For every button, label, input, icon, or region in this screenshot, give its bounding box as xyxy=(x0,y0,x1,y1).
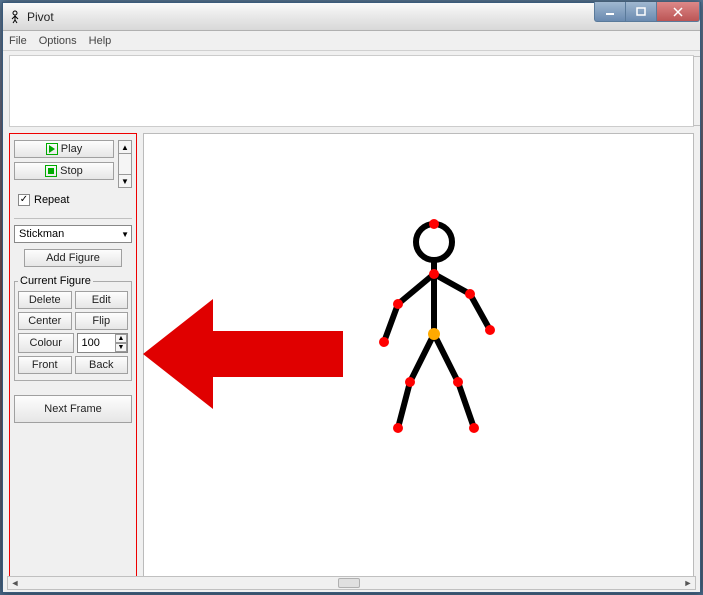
repeat-checkbox[interactable]: ✓ xyxy=(18,194,30,206)
scroll-left-icon[interactable]: ◄ xyxy=(8,578,22,588)
stop-icon xyxy=(45,165,57,177)
titlebar[interactable]: Pivot xyxy=(3,3,700,31)
play-button[interactable]: Play xyxy=(14,140,114,158)
scale-value: 100 xyxy=(82,337,100,349)
figure-select-value: Stickman xyxy=(19,228,64,240)
side-panel: Play Stop ▲ ▼ ✓ Repeat xyxy=(9,133,137,586)
menubar: File Options Help xyxy=(3,31,700,51)
current-figure-legend: Current Figure xyxy=(18,275,93,287)
stop-label: Stop xyxy=(60,165,83,177)
main-row: Play Stop ▲ ▼ ✓ Repeat xyxy=(5,129,698,590)
front-button[interactable]: Front xyxy=(18,356,72,374)
scroll-right-icon[interactable]: ► xyxy=(681,578,695,588)
fps-track[interactable] xyxy=(118,154,132,174)
app-window: Pivot File Options Help Play xyxy=(2,2,701,593)
window-title: Pivot xyxy=(27,10,54,24)
play-icon xyxy=(46,143,58,155)
close-button[interactable] xyxy=(656,2,700,22)
divider xyxy=(14,218,132,219)
canvas[interactable] xyxy=(143,133,694,586)
horizontal-scrollbar[interactable]: ◄ ► xyxy=(7,576,696,590)
maximize-button[interactable] xyxy=(625,2,657,22)
chevron-down-icon: ▼ xyxy=(121,230,129,239)
stop-button[interactable]: Stop xyxy=(14,162,114,180)
timeline-strip[interactable] xyxy=(9,55,694,127)
fps-down-button[interactable]: ▼ xyxy=(118,174,132,188)
minimize-button[interactable] xyxy=(594,2,626,22)
flip-button[interactable]: Flip xyxy=(75,312,129,330)
stickman-figure[interactable] xyxy=(354,214,514,434)
app-icon xyxy=(7,9,23,25)
scale-up-button[interactable]: ▲ xyxy=(115,334,127,343)
edit-button[interactable]: Edit xyxy=(75,291,129,309)
colour-button[interactable]: Colour xyxy=(18,333,74,353)
repeat-label: Repeat xyxy=(34,194,69,206)
window-controls xyxy=(595,2,700,22)
scale-down-button[interactable]: ▼ xyxy=(115,343,127,352)
next-frame-button[interactable]: Next Frame xyxy=(14,395,132,423)
play-label: Play xyxy=(61,143,82,155)
back-button[interactable]: Back xyxy=(75,356,129,374)
current-figure-group: Current Figure Delete Edit Center Flip C… xyxy=(14,275,132,381)
fps-up-button[interactable]: ▲ xyxy=(118,140,132,154)
scale-input[interactable]: 100 ▲ ▼ xyxy=(77,333,129,353)
menu-help[interactable]: Help xyxy=(89,35,112,47)
scroll-thumb[interactable] xyxy=(338,578,360,588)
figure-select[interactable]: Stickman ▼ xyxy=(14,225,132,243)
delete-button[interactable]: Delete xyxy=(18,291,72,309)
menu-file[interactable]: File xyxy=(9,35,27,47)
content-area: Play Stop ▲ ▼ ✓ Repeat xyxy=(3,51,700,592)
add-figure-button[interactable]: Add Figure xyxy=(24,249,122,267)
menu-options[interactable]: Options xyxy=(39,35,77,47)
center-button[interactable]: Center xyxy=(18,312,72,330)
